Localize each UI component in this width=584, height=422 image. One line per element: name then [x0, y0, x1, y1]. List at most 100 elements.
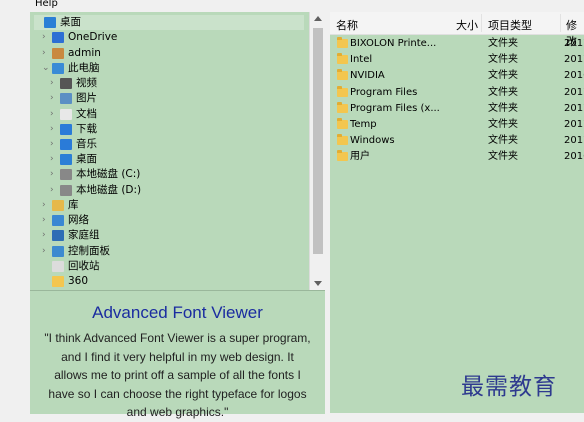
item-date: 2017 [564, 135, 584, 147]
expand-chevron-icon[interactable]: ⌄ [42, 61, 50, 76]
folder-icon [337, 101, 348, 113]
expand-chevron-icon[interactable]: › [42, 244, 50, 259]
item-type: 文件夹 [488, 54, 518, 66]
pictures-icon [60, 93, 72, 104]
list-item[interactable]: Intel 文件夹 2017 [330, 52, 584, 68]
item-date: 2017 [564, 102, 584, 114]
list-item[interactable]: Temp 文件夹 2017 [330, 117, 584, 133]
tree-node-label: 桌面 [76, 153, 97, 165]
left-strip [0, 12, 30, 413]
folder-icon [337, 69, 348, 81]
drive-icon [60, 185, 72, 196]
item-type: 文件夹 [488, 102, 518, 114]
tree-node-label: 此电脑 [68, 62, 100, 74]
item-name: 用户 [350, 151, 370, 163]
desktop-icon [44, 17, 56, 28]
tree-node-label: 视频 [76, 77, 97, 89]
homegroup-icon [52, 230, 64, 241]
folder-icon [337, 118, 348, 129]
tree-node-label: 库 [68, 199, 79, 211]
documents-icon [60, 109, 72, 120]
control-panel-icon [52, 246, 64, 257]
column-type[interactable]: 项目类型 [488, 17, 532, 33]
list-item[interactable]: NVIDIA 文件夹 2016 [330, 68, 584, 84]
expand-chevron-icon[interactable]: › [42, 228, 50, 243]
list-item[interactable]: 用户 文件夹 2016 [330, 149, 584, 165]
item-name: NVIDIA [350, 70, 385, 82]
item-date: 2016 [564, 70, 584, 82]
network-icon [52, 215, 64, 226]
tree-node-label: 文档 [76, 108, 97, 120]
tree-node[interactable]: 桌面 [34, 15, 304, 30]
tree-node-label: 图片 [76, 92, 97, 104]
tree-node-label: 360 [68, 275, 89, 287]
item-date: 2017 [564, 119, 584, 130]
ad-panel: Advanced Font Viewer "I think Advanced F… [30, 290, 325, 419]
item-date: 2017 [564, 38, 584, 49]
tree-node-label: 本地磁盘 (D:) [76, 184, 142, 196]
file-list[interactable]: 名称 大小 项目类型 修改 BIXOLON Printe...文件夹2017In… [330, 12, 584, 413]
tree-node-label: OneDrive [68, 31, 118, 43]
ad-quote: "I think Advanced Font Viewer is a super… [44, 331, 311, 419]
drive-icon [60, 169, 72, 180]
expand-chevron-icon[interactable]: › [42, 198, 50, 213]
expand-chevron-icon[interactable]: › [42, 213, 50, 228]
folder-icon [337, 85, 348, 97]
cloud-icon [52, 32, 64, 43]
expand-chevron-icon[interactable]: › [50, 167, 58, 182]
list-item[interactable]: Windows 文件夹 2017 [330, 133, 584, 149]
video-icon [60, 78, 72, 89]
scroll-thumb[interactable] [313, 28, 323, 254]
tree-node-label: 下载 [76, 123, 97, 135]
folder-icon [52, 276, 64, 287]
recycle-bin-icon [52, 261, 64, 272]
ad-title: Advanced Font Viewer [92, 303, 263, 322]
column-size[interactable]: 大小 [456, 17, 478, 33]
item-name: Intel [350, 54, 373, 66]
expand-chevron-icon[interactable]: › [50, 76, 58, 91]
music-icon [60, 139, 72, 150]
user-icon [52, 48, 64, 59]
expand-chevron-icon[interactable]: › [42, 30, 50, 45]
scroll-down-icon[interactable] [314, 281, 322, 286]
item-name: Temp [350, 119, 377, 130]
folder-icon [337, 150, 348, 162]
tree-node-label: 控制面板 [68, 245, 110, 257]
item-name: BIXOLON Printe... [350, 38, 437, 49]
folder-icon [337, 37, 348, 48]
column-separator[interactable] [560, 14, 561, 32]
watermark-text: 最需教育 [461, 374, 557, 400]
item-type: 文件夹 [488, 151, 518, 163]
folder-icon [337, 134, 348, 146]
item-date: 2016 [564, 151, 584, 163]
item-type: 文件夹 [488, 119, 518, 130]
library-icon [52, 200, 64, 211]
item-name: Program Files (x... [350, 102, 440, 114]
expand-chevron-icon[interactable]: › [42, 46, 50, 61]
column-separator[interactable] [481, 14, 482, 32]
tree-scrollbar[interactable] [309, 12, 326, 290]
menu-bar: Help [0, 0, 584, 12]
computer-icon [52, 63, 64, 74]
item-type: 文件夹 [488, 135, 518, 147]
item-name: Windows [350, 135, 395, 147]
expand-chevron-icon[interactable]: › [50, 152, 58, 167]
expand-chevron-icon[interactable]: › [50, 107, 58, 122]
expand-chevron-icon[interactable]: › [50, 183, 58, 198]
tree-node-label: admin [68, 47, 101, 59]
desktop-icon [60, 154, 72, 165]
tree-node-label: 网络 [68, 214, 89, 226]
column-name[interactable]: 名称 [336, 17, 358, 33]
list-item[interactable]: Program Files (x... 文件夹 2017 [330, 101, 584, 117]
scroll-up-icon[interactable] [314, 16, 322, 21]
expand-chevron-icon[interactable]: › [50, 91, 58, 106]
list-item[interactable]: Program Files 文件夹 2017 [330, 85, 584, 101]
list-item[interactable]: BIXOLON Printe... 文件夹 2017 [330, 36, 584, 52]
download-icon [60, 124, 72, 135]
expand-chevron-icon[interactable]: › [50, 137, 58, 152]
item-type: 文件夹 [488, 38, 518, 49]
menu-help[interactable]: Help [35, 0, 58, 9]
item-type: 文件夹 [488, 70, 518, 82]
folder-tree[interactable]: 桌面 › OneDrive › admin ⌄ 此电脑 › 视频 › 图片 › 文档 › 下载 › 音乐 › 桌面 ›… [30, 12, 309, 290]
expand-chevron-icon[interactable]: › [50, 122, 58, 137]
